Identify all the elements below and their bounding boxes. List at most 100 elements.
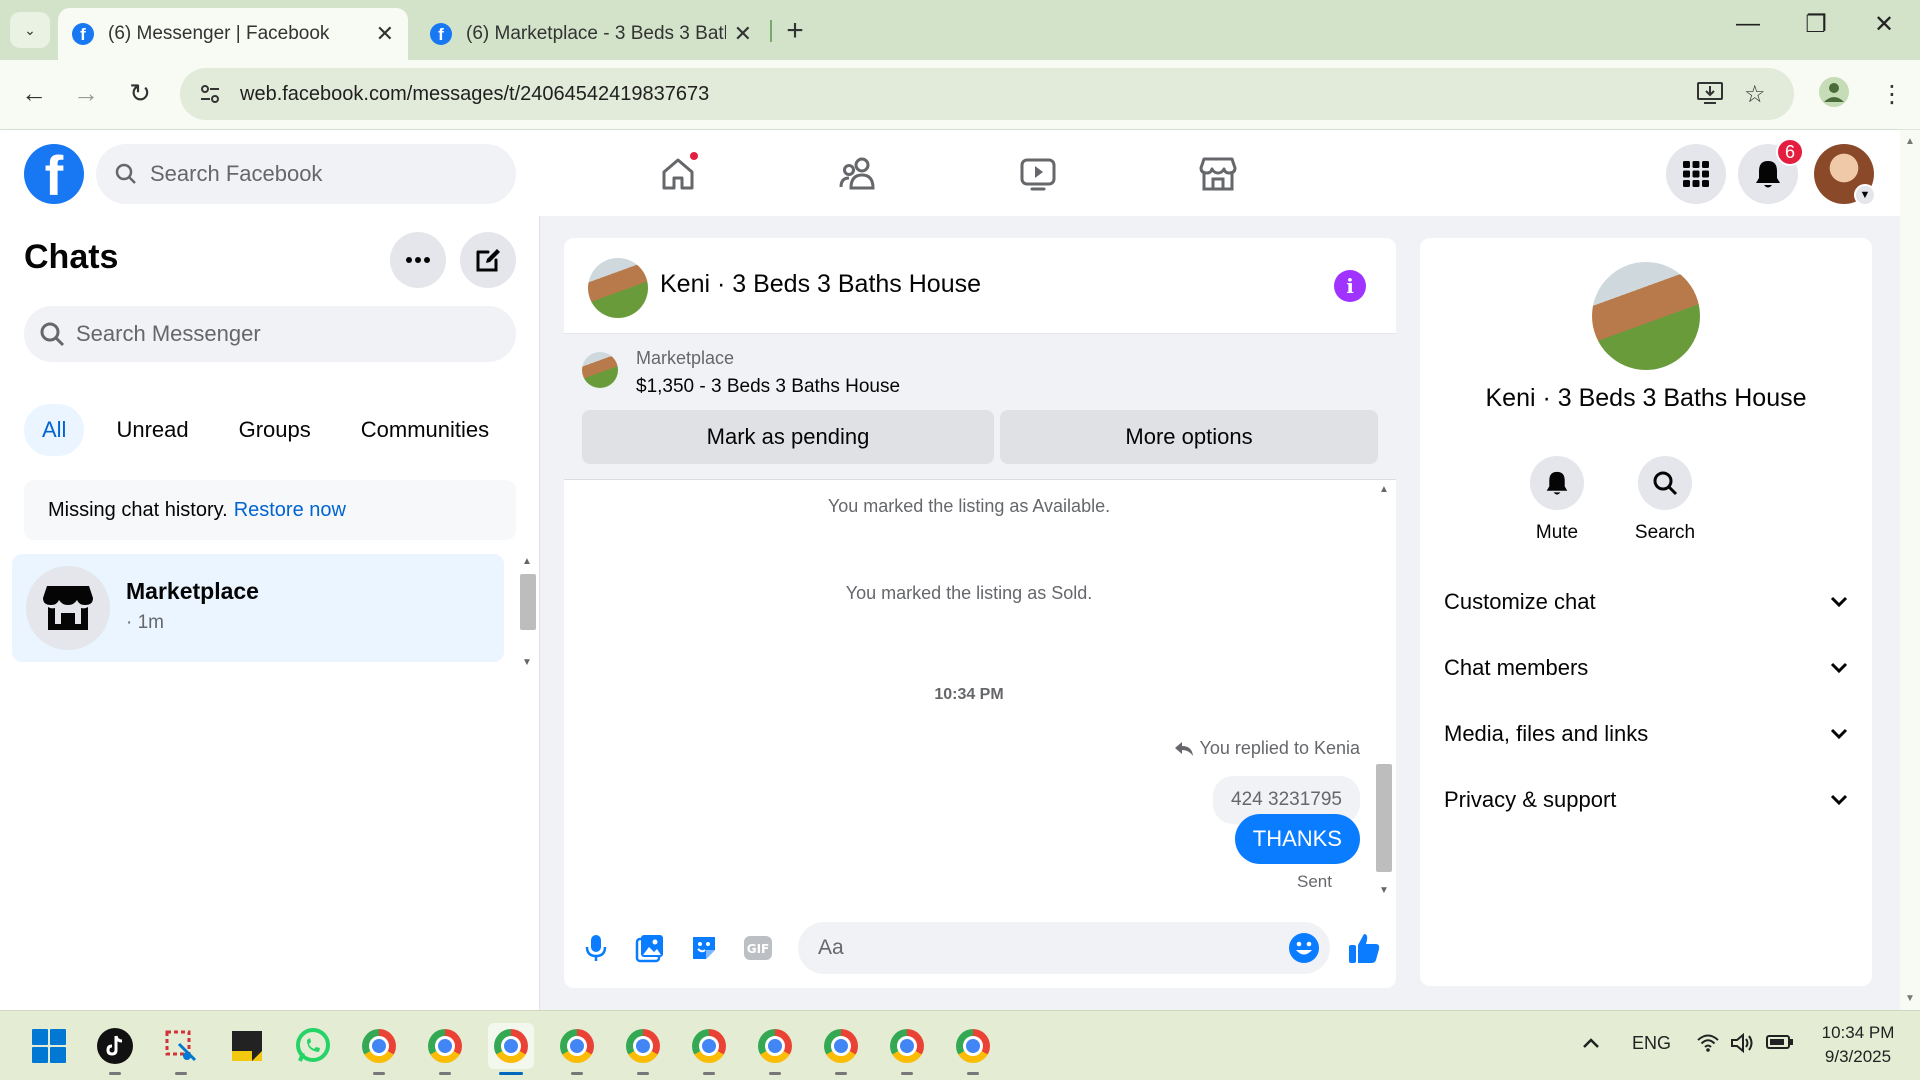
browser-tab-marketplace[interactable]: f (6) Marketplace - 3 Beds 3 Baths House… bbox=[416, 8, 766, 60]
facebook-search-input[interactable] bbox=[150, 161, 470, 187]
profile-icon[interactable] bbox=[1818, 76, 1850, 115]
message-input-box[interactable] bbox=[798, 922, 1330, 974]
restore-window-button[interactable]: ❐ bbox=[1796, 10, 1836, 39]
back-button[interactable]: ← bbox=[16, 78, 52, 109]
nav-home[interactable] bbox=[654, 150, 702, 198]
taskbar-chrome[interactable] bbox=[686, 1023, 732, 1075]
wifi-icon[interactable] bbox=[1696, 1033, 1720, 1058]
chat-list-item[interactable]: Marketplace · 1m bbox=[12, 554, 504, 662]
chat-options-button[interactable] bbox=[390, 232, 446, 288]
marketplace-icon bbox=[1199, 157, 1237, 191]
facebook-logo[interactable]: f bbox=[24, 144, 84, 204]
taskbar-chrome[interactable] bbox=[356, 1023, 402, 1075]
url-text: web.facebook.com/messages/t/240645424198… bbox=[240, 82, 710, 105]
taskbar-whatsapp[interactable] bbox=[290, 1023, 336, 1069]
filter-all[interactable]: All bbox=[24, 404, 85, 456]
nav-friends[interactable] bbox=[834, 150, 882, 198]
close-window-button[interactable]: ✕ bbox=[1864, 10, 1904, 39]
info-icon[interactable]: i bbox=[1334, 270, 1366, 302]
taskbar-tiktok[interactable] bbox=[92, 1023, 138, 1075]
marketplace-icon bbox=[43, 586, 93, 630]
section-media-files-links[interactable]: Media, files and links bbox=[1444, 714, 1848, 754]
taskbar-chrome[interactable] bbox=[554, 1023, 600, 1075]
reload-button[interactable]: ↻ bbox=[122, 78, 158, 109]
message-input[interactable] bbox=[818, 936, 1258, 960]
gif-button[interactable]: GIF bbox=[738, 928, 778, 968]
like-button[interactable] bbox=[1344, 928, 1384, 968]
emoji-icon[interactable] bbox=[1288, 932, 1320, 964]
listing-title[interactable]: $1,350 - 3 Beds 3 Baths House bbox=[636, 376, 900, 398]
start-button[interactable] bbox=[26, 1023, 72, 1069]
show-hidden-icons[interactable] bbox=[1582, 1033, 1600, 1054]
taskbar-chrome[interactable] bbox=[818, 1023, 864, 1075]
language-indicator[interactable]: ENG bbox=[1632, 1033, 1671, 1054]
taskbar-chrome[interactable] bbox=[884, 1023, 930, 1075]
mute-action[interactable]: Mute bbox=[1512, 456, 1602, 544]
forward-button[interactable]: → bbox=[68, 78, 104, 109]
taskbar-chrome[interactable] bbox=[950, 1023, 996, 1075]
close-tab-icon[interactable]: ✕ bbox=[734, 21, 752, 47]
site-settings-icon[interactable] bbox=[188, 72, 232, 116]
scroll-down-arrow-icon[interactable]: ▼ bbox=[1379, 885, 1389, 896]
volume-icon[interactable] bbox=[1730, 1032, 1756, 1058]
install-app-icon[interactable] bbox=[1696, 80, 1724, 113]
thread-scrollbar[interactable]: ▲ ▼ bbox=[1372, 480, 1396, 896]
browser-tab-messenger[interactable]: f (6) Messenger | Facebook ✕ bbox=[58, 8, 408, 60]
scroll-down-arrow-icon[interactable]: ▼ bbox=[522, 657, 532, 668]
chat-list-scrollbar[interactable]: ▲ ▼ bbox=[518, 554, 538, 668]
taskbar-sticky-notes[interactable] bbox=[224, 1023, 270, 1069]
scroll-up-arrow-icon[interactable]: ▲ bbox=[1905, 136, 1915, 147]
battery-icon[interactable] bbox=[1766, 1033, 1794, 1056]
mark-as-pending-button[interactable]: Mark as pending bbox=[582, 410, 994, 464]
conversation-name[interactable]: Keni · 3 Beds 3 Baths House bbox=[660, 270, 981, 299]
section-privacy-support[interactable]: Privacy & support bbox=[1444, 780, 1848, 820]
taskbar-chrome[interactable] bbox=[752, 1023, 798, 1075]
attach-photo-button[interactable] bbox=[630, 928, 670, 968]
taskbar-chrome[interactable] bbox=[422, 1023, 468, 1075]
contact-avatar[interactable] bbox=[588, 258, 648, 318]
nav-marketplace[interactable] bbox=[1194, 150, 1242, 198]
scrollbar-thumb[interactable] bbox=[1376, 764, 1392, 872]
filter-communities[interactable]: Communities bbox=[343, 404, 507, 456]
chat-time: · 1m bbox=[126, 612, 164, 633]
section-label: Customize chat bbox=[1444, 589, 1596, 614]
section-chat-members[interactable]: Chat members bbox=[1444, 648, 1848, 688]
messenger-search[interactable] bbox=[24, 306, 516, 362]
browser-menu-icon[interactable]: ⋮ bbox=[1880, 80, 1904, 109]
search-action[interactable]: Search bbox=[1620, 456, 1710, 544]
taskbar-snipping-tool[interactable] bbox=[158, 1023, 204, 1075]
new-tab-button[interactable]: + bbox=[780, 14, 810, 48]
taskbar-chrome-active[interactable] bbox=[488, 1023, 534, 1075]
system-clock[interactable]: 10:34 PM 9/3/2025 bbox=[1808, 1021, 1908, 1069]
section-customize-chat[interactable]: Customize chat bbox=[1444, 582, 1848, 622]
facebook-search[interactable] bbox=[96, 144, 516, 204]
filter-unread[interactable]: Unread bbox=[98, 404, 206, 456]
close-tab-icon[interactable]: ✕ bbox=[376, 21, 394, 47]
restore-now-link[interactable]: Restore now bbox=[234, 499, 346, 522]
scroll-down-arrow-icon[interactable]: ▼ bbox=[1905, 993, 1915, 1004]
notifications-button[interactable]: 6 bbox=[1738, 138, 1804, 204]
sticker-button[interactable] bbox=[684, 928, 724, 968]
account-avatar[interactable]: ▼ bbox=[1814, 144, 1876, 206]
listing-thumbnail[interactable] bbox=[582, 352, 618, 388]
menu-button[interactable] bbox=[1666, 144, 1726, 204]
scroll-up-arrow-icon[interactable]: ▲ bbox=[1379, 484, 1389, 495]
conversation-header: Keni · 3 Beds 3 Baths House i bbox=[564, 238, 1396, 334]
scrollbar-thumb[interactable] bbox=[520, 574, 536, 630]
contact-avatar-large[interactable] bbox=[1592, 262, 1700, 370]
tab-search-button[interactable]: ⌄ bbox=[10, 12, 50, 48]
page-scrollbar[interactable]: ▲ ▼ bbox=[1900, 130, 1920, 1010]
voice-clip-button[interactable] bbox=[576, 928, 616, 968]
bookmark-star-icon[interactable]: ☆ bbox=[1744, 80, 1766, 109]
messenger-search-input[interactable] bbox=[76, 321, 476, 347]
filter-groups[interactable]: Groups bbox=[221, 404, 329, 456]
reply-arrow-icon bbox=[1174, 741, 1193, 756]
taskbar-chrome[interactable] bbox=[620, 1023, 666, 1075]
nav-watch[interactable] bbox=[1014, 150, 1062, 198]
sent-message-bubble[interactable]: THANKS bbox=[1234, 814, 1360, 864]
minimize-button[interactable]: — bbox=[1728, 10, 1768, 38]
new-message-button[interactable] bbox=[460, 232, 516, 288]
scroll-up-arrow-icon[interactable]: ▲ bbox=[522, 556, 532, 567]
address-bar[interactable]: web.facebook.com/messages/t/240645424198… bbox=[180, 68, 1794, 120]
more-options-button[interactable]: More options bbox=[1000, 410, 1378, 464]
